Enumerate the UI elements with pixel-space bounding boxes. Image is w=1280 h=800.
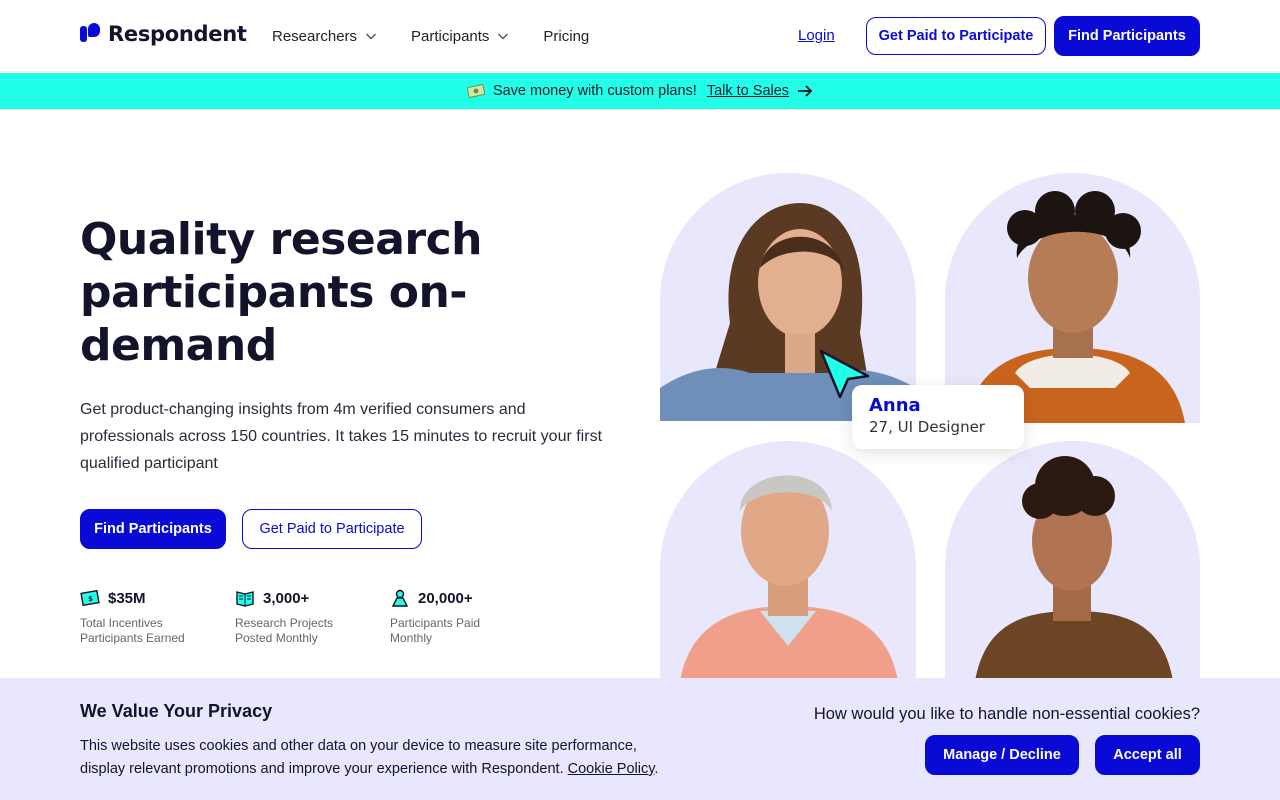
- stat-value: 3,000+: [263, 589, 310, 607]
- promo-text: Save money with custom plans!: [492, 83, 697, 99]
- participant-photo-3: [660, 441, 916, 681]
- cookie-text: This website uses cookies and other data…: [80, 738, 659, 777]
- cookie-banner: We Value Your Privacy This website uses …: [0, 678, 1280, 800]
- profile-role: 27, UI Designer: [869, 418, 985, 436]
- book-icon: [236, 591, 254, 607]
- menu-item-researchers[interactable]: Researchers: [272, 28, 377, 45]
- login-link[interactable]: Login: [798, 27, 835, 44]
- chevron-down-icon: [498, 33, 509, 40]
- hero-title: Quality research participants on-demand: [80, 214, 483, 371]
- money-icon: [466, 84, 485, 98]
- manage-decline-button[interactable]: Manage / Decline: [925, 735, 1079, 775]
- chevron-down-icon: [366, 33, 377, 40]
- stat-value: $35M: [108, 589, 146, 607]
- person-icon: [391, 589, 409, 607]
- stats-row: $ $35M Total Incentives Participants Ear…: [80, 588, 545, 646]
- logo-mark-icon: [80, 23, 102, 45]
- hero-subtitle: Get product-changing insights from 4m ve…: [80, 401, 603, 472]
- participant-profile-card: Anna 27, UI Designer: [852, 385, 1024, 449]
- main-menu: Researchers Participants Pricing: [272, 0, 623, 72]
- get-paid-button[interactable]: Get Paid to Participate: [866, 17, 1046, 55]
- logo[interactable]: Respondent: [80, 22, 247, 46]
- cookie-title: We Value Your Privacy: [80, 701, 273, 721]
- participant-photo-4: [945, 441, 1200, 681]
- menu-item-label: Pricing: [543, 27, 590, 45]
- menu-item-label: Participants: [411, 27, 490, 45]
- stat-label: Total Incentives Participants Earned: [80, 616, 185, 645]
- top-nav: Respondent Researchers Participants Pric…: [0, 0, 1280, 72]
- arrow-right-icon: [798, 85, 813, 97]
- accept-all-button[interactable]: Accept all: [1095, 735, 1200, 775]
- cookie-body: This website uses cookies and other data…: [80, 738, 637, 777]
- stat-projects: 3,000+ Research Projects Posted Monthly: [235, 588, 390, 646]
- hero-find-participants-button[interactable]: Find Participants: [80, 509, 226, 549]
- promo-bar: Save money with custom plans! Talk to Sa…: [0, 73, 1280, 109]
- svg-text:$: $: [88, 595, 93, 603]
- stat-label: Participants Paid Monthly: [390, 616, 481, 645]
- participant-photo-1: [660, 173, 916, 421]
- stat-value: 20,000+: [418, 589, 473, 607]
- money-bill-icon: $: [80, 589, 100, 607]
- stat-incentives: $ $35M Total Incentives Participants Ear…: [80, 588, 235, 646]
- stat-participants: 20,000+ Participants Paid Monthly: [390, 588, 545, 646]
- talk-to-sales-link[interactable]: Talk to Sales: [707, 83, 789, 99]
- stat-label: Research Projects Posted Monthly: [235, 616, 334, 645]
- menu-item-label: Researchers: [272, 27, 358, 45]
- menu-item-pricing[interactable]: Pricing: [543, 28, 589, 45]
- find-participants-button[interactable]: Find Participants: [1054, 16, 1200, 56]
- menu-item-participants[interactable]: Participants: [411, 28, 509, 45]
- profile-name: Anna: [869, 395, 921, 416]
- hero-get-paid-button[interactable]: Get Paid to Participate: [242, 509, 422, 549]
- logo-text: Respondent: [108, 22, 247, 46]
- cookie-question: How would you like to handle non-essenti…: [813, 705, 1200, 723]
- cookie-policy-link[interactable]: Cookie Policy: [568, 761, 655, 777]
